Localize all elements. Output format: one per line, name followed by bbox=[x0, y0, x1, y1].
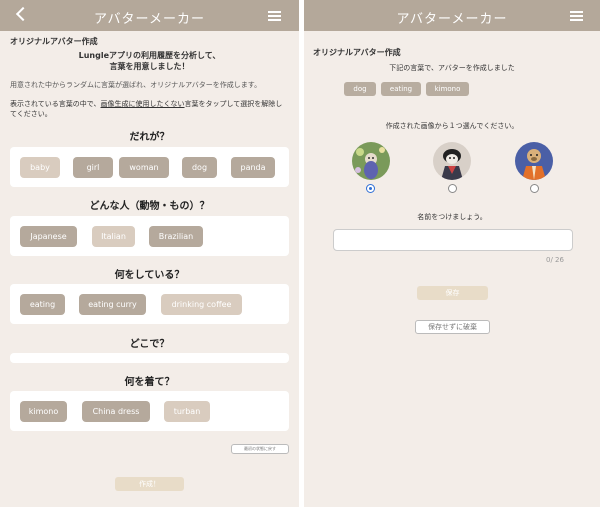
app-header: アバターメーカー bbox=[0, 0, 299, 31]
instruction-emphasis: 画像生成に使用したくない bbox=[100, 100, 185, 108]
app-header: アバターメーカー bbox=[304, 0, 600, 31]
word-tag: eating bbox=[381, 82, 421, 96]
description-text: 用意された中からランダムに言葉が選ばれ、オリジナルアバターを作成します。 bbox=[10, 81, 262, 89]
intro-line-2: 言葉を用意しました！ bbox=[109, 62, 190, 71]
left-panel: アバターメーカー オリジナルアバター作成 Lungleアプリの利用履歴を分析して… bbox=[0, 0, 299, 507]
hamburger-menu-icon[interactable] bbox=[268, 11, 281, 21]
avatar-dog-kimono-icon[interactable] bbox=[433, 142, 471, 180]
word-chip[interactable]: China dress bbox=[82, 401, 150, 422]
avatar-radio[interactable] bbox=[366, 184, 375, 193]
section-title-where: どこで？ bbox=[129, 339, 170, 350]
section-title-wearing: 何を着て？ bbox=[124, 377, 175, 388]
word-chip[interactable]: Japanese bbox=[20, 226, 77, 247]
right-panel: アバターメーカー オリジナルアバター作成 下記の言葉で、アバターを作成しました … bbox=[304, 0, 600, 507]
word-chip[interactable]: baby bbox=[20, 157, 60, 178]
created-with-text: 下記の言葉で、アバターを作成しました bbox=[389, 64, 515, 72]
word-chip[interactable]: girl bbox=[73, 157, 113, 178]
chip-card-who: baby girl woman dog panda bbox=[10, 147, 289, 187]
chip-card-where bbox=[10, 353, 289, 363]
word-tag: dog bbox=[344, 82, 376, 96]
chip-card-wearing: kimono China dress turban bbox=[10, 391, 289, 431]
word-chip[interactable]: kimono bbox=[20, 401, 67, 422]
word-chip[interactable]: turban bbox=[164, 401, 210, 422]
word-chip[interactable]: drinking coffee bbox=[161, 294, 242, 315]
avatar-radio[interactable] bbox=[530, 184, 539, 193]
section-title-kind: どんな人（動物・もの）？ bbox=[89, 201, 210, 212]
word-chip[interactable]: panda bbox=[231, 157, 275, 178]
header-title: アバターメーカー bbox=[396, 12, 508, 27]
page-heading: オリジナルアバター作成 bbox=[10, 37, 98, 46]
intro-line-1: Lungleアプリの利用履歴を分析して、 bbox=[78, 51, 221, 60]
word-chip[interactable]: woman bbox=[119, 157, 169, 178]
instruction-part-2: 言葉をタップして選択を解除し bbox=[184, 100, 283, 108]
avatar-dog-orange-robe-icon[interactable] bbox=[515, 142, 553, 180]
instruction-text: 表示されている言葉の中で、画像生成に使用したくない言葉をタップして選択を解除し bbox=[10, 99, 282, 109]
discard-button[interactable]: 保存せずに破棄 bbox=[415, 320, 490, 334]
create-button[interactable]: 作成！ bbox=[115, 477, 184, 491]
avatar-radio[interactable] bbox=[448, 184, 457, 193]
chip-card-doing: eating eating curry drinking coffee bbox=[10, 284, 289, 324]
word-chip[interactable]: eating curry bbox=[79, 294, 146, 315]
avatar-dog-flowers-icon[interactable] bbox=[352, 142, 390, 180]
reset-button[interactable]: 最初の状態に戻す bbox=[231, 444, 289, 454]
section-title-who: だれが？ bbox=[129, 132, 170, 143]
instruction-part-1: 表示されている言葉の中で、 bbox=[10, 100, 101, 108]
word-chip[interactable]: Brazilian bbox=[149, 226, 203, 247]
name-char-count: 0/ 26 bbox=[546, 256, 564, 264]
word-tag: kimono bbox=[426, 82, 469, 96]
instruction-part-3: てください。 bbox=[10, 110, 52, 118]
word-chip[interactable]: eating bbox=[20, 294, 65, 315]
header-title: アバターメーカー bbox=[94, 12, 205, 27]
hamburger-menu-icon[interactable] bbox=[570, 11, 583, 21]
choose-prompt: 作成された画像から１つ選んでください。 bbox=[385, 122, 519, 130]
page-heading: オリジナルアバター作成 bbox=[313, 48, 401, 57]
avatar-name-input[interactable] bbox=[333, 229, 573, 251]
save-button[interactable]: 保存 bbox=[417, 286, 488, 300]
word-chip[interactable]: dog bbox=[182, 157, 217, 178]
section-title-doing: 何をしている？ bbox=[114, 270, 185, 281]
name-prompt: 名前をつけましょう。 bbox=[417, 213, 487, 221]
word-chip[interactable]: Italian bbox=[92, 226, 135, 247]
chip-card-kind: Japanese Italian Brazilian bbox=[10, 216, 289, 256]
